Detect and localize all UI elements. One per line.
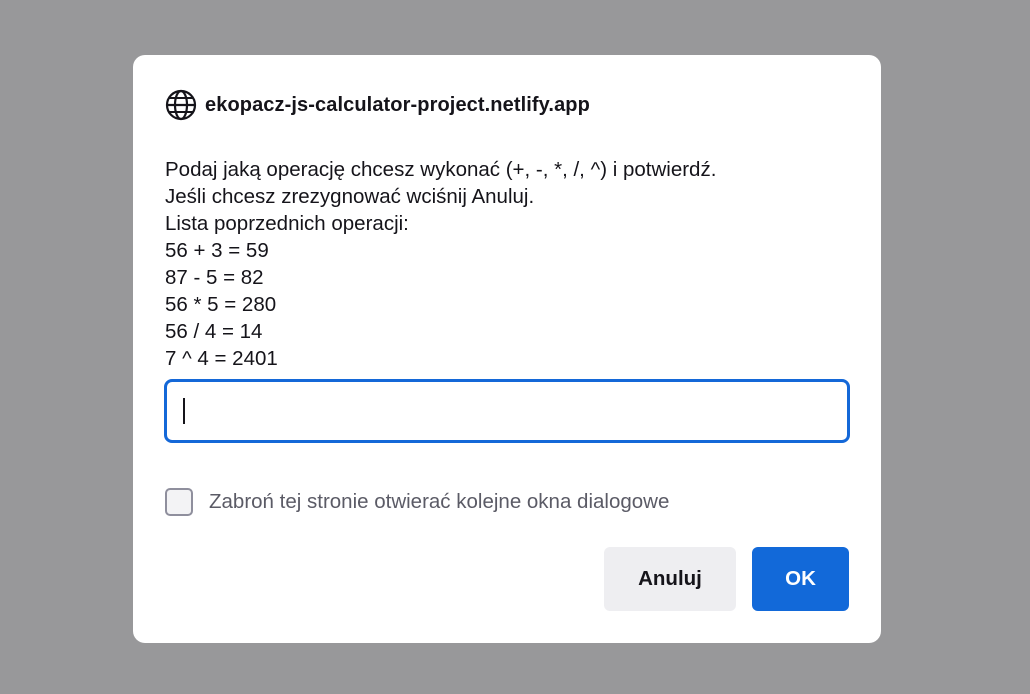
suppress-dialogs-checkbox[interactable] xyxy=(165,487,193,516)
operation-history-item: 87 - 5 = 82 xyxy=(165,266,264,289)
suppress-dialogs-option[interactable]: Zabroń tej stronie otwierać kolejne okna… xyxy=(165,485,669,518)
operation-history-item: 7 ^ 4 = 2401 xyxy=(165,347,278,370)
operation-history-item: 56 * 5 = 280 xyxy=(165,293,277,316)
prompt-dialog: ekopacz-js-calculator-project.netlify.ap… xyxy=(133,55,881,643)
prompt-input[interactable] xyxy=(164,379,850,443)
message-line: Podaj jaką operację chcesz wykonać (+, -… xyxy=(165,158,717,181)
cancel-button[interactable]: Anuluj xyxy=(604,547,736,611)
ok-button[interactable]: OK xyxy=(752,547,849,611)
globe-icon xyxy=(165,89,197,121)
operation-history-item: 56 / 4 = 14 xyxy=(165,320,263,343)
text-caret xyxy=(183,398,185,424)
operation-history-item: 56 + 3 = 59 xyxy=(165,239,269,262)
origin-url: ekopacz-js-calculator-project.netlify.ap… xyxy=(205,93,590,116)
dialog-message: Podaj jaką operację chcesz wykonać (+, -… xyxy=(165,156,855,372)
message-line: Jeśli chcesz zrezygnować wciśnij Anuluj. xyxy=(165,185,535,208)
message-line: Lista poprzednich operacji: xyxy=(165,212,409,235)
suppress-dialogs-label[interactable]: Zabroń tej stronie otwierać kolejne okna… xyxy=(209,490,669,514)
dialog-origin: ekopacz-js-calculator-project.netlify.ap… xyxy=(165,89,590,121)
